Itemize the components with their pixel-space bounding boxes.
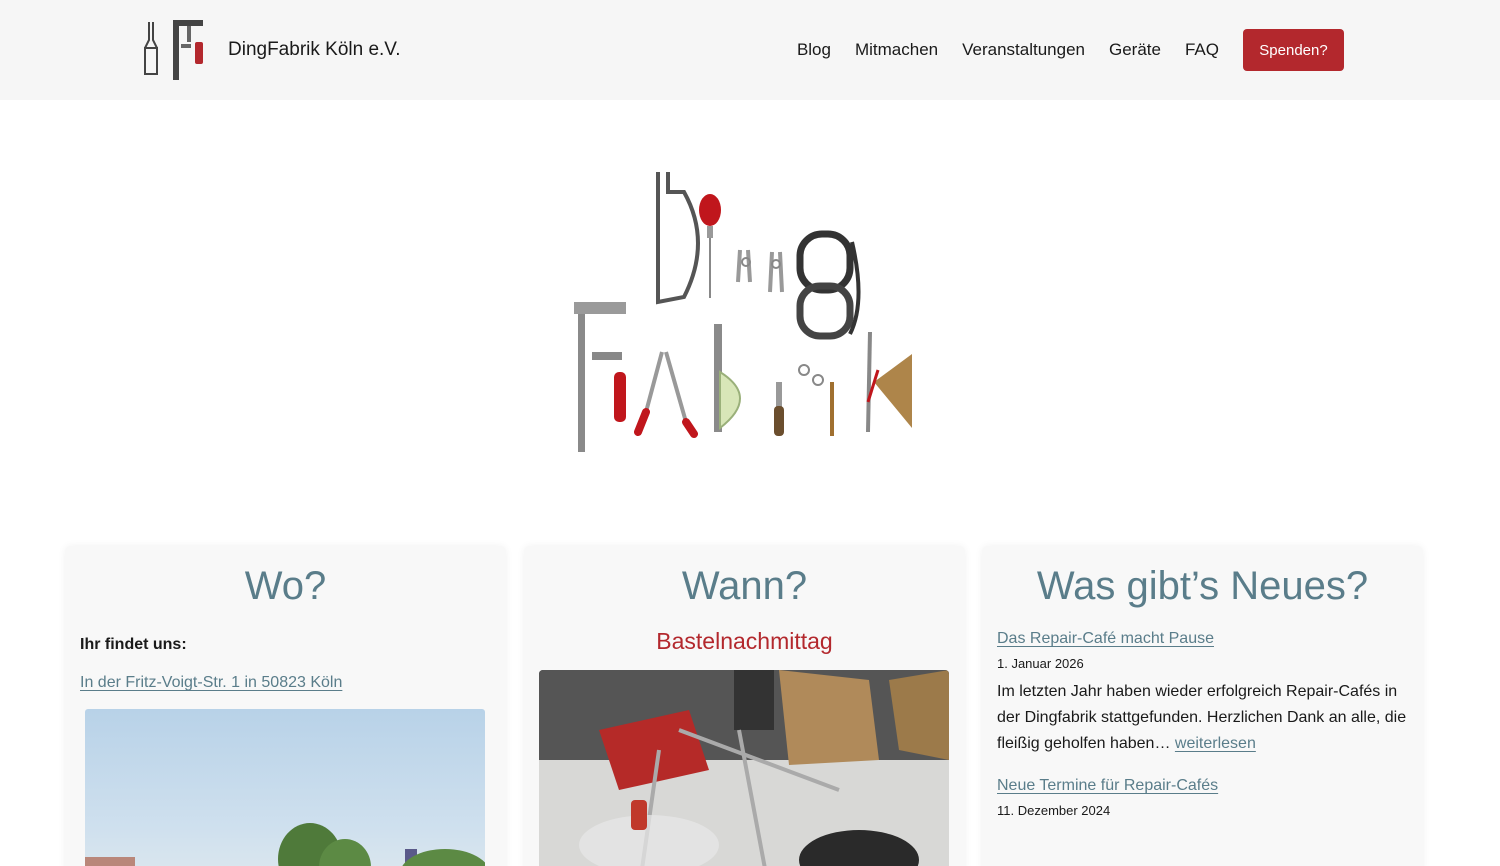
main-nav: Blog Mitmachen Veranstaltungen Geräte FA… (797, 29, 1344, 71)
nav-item-veranstaltungen[interactable]: Veranstaltungen (962, 40, 1085, 60)
card-location: Wo? Ihr findet uns: In der Fritz-Voigt-S… (65, 546, 506, 866)
brand[interactable]: DingFabrik Köln e.V. (143, 18, 401, 82)
news-item-title-link[interactable]: Neue Termine für Repair-Cafés (997, 777, 1218, 794)
read-more-link[interactable]: weiterlesen (1175, 735, 1256, 752)
news-item: Neue Termine für Repair-Cafés 11. Dezemb… (997, 777, 1408, 818)
nav-item-blog[interactable]: Blog (797, 40, 831, 60)
event-photo (539, 670, 949, 866)
hero-logo-image (534, 102, 966, 520)
building-photo-icon (85, 823, 485, 866)
news-item-excerpt: Im letzten Jahr haben wieder erfolgreich… (997, 679, 1408, 757)
news-item-date: 11. Dezember 2024 (997, 803, 1111, 818)
donate-button[interactable]: Spenden? (1243, 29, 1344, 71)
news-item: Das Repair-Café macht Pause 1. Januar 20… (997, 630, 1408, 757)
site-header: DingFabrik Köln e.V. Blog Mitmachen Vera… (0, 0, 1500, 100)
workbench-photo-icon (539, 670, 949, 866)
location-photo (85, 709, 485, 866)
card-title-wann: Wann? (681, 564, 808, 608)
location-label: Ihr findet uns: (80, 636, 187, 653)
card-title-news: Was gibt’s Neues? (1036, 564, 1369, 608)
card-title-wo: Wo? (244, 564, 327, 608)
news-item-date: 1. Januar 2026 (997, 656, 1084, 671)
event-title: Bastelnachmittag (656, 628, 833, 654)
card-news: Was gibt’s Neues? Das Repair-Café macht … (982, 546, 1423, 866)
card-time: Wann? Bastelnachmittag (524, 546, 965, 866)
nav-item-mitmachen[interactable]: Mitmachen (855, 40, 938, 60)
news-item-title-link[interactable]: Das Repair-Café macht Pause (997, 630, 1214, 647)
tools-lettering-icon (574, 172, 912, 452)
nav-item-faq[interactable]: FAQ (1185, 40, 1219, 60)
nav-item-geraete[interactable]: Geräte (1109, 40, 1161, 60)
brand-name: DingFabrik Köln e.V. (228, 39, 401, 60)
dingfabrik-logo-icon (144, 20, 203, 80)
address-link[interactable]: In der Fritz-Voigt-Str. 1 in 50823 Köln (80, 674, 342, 692)
